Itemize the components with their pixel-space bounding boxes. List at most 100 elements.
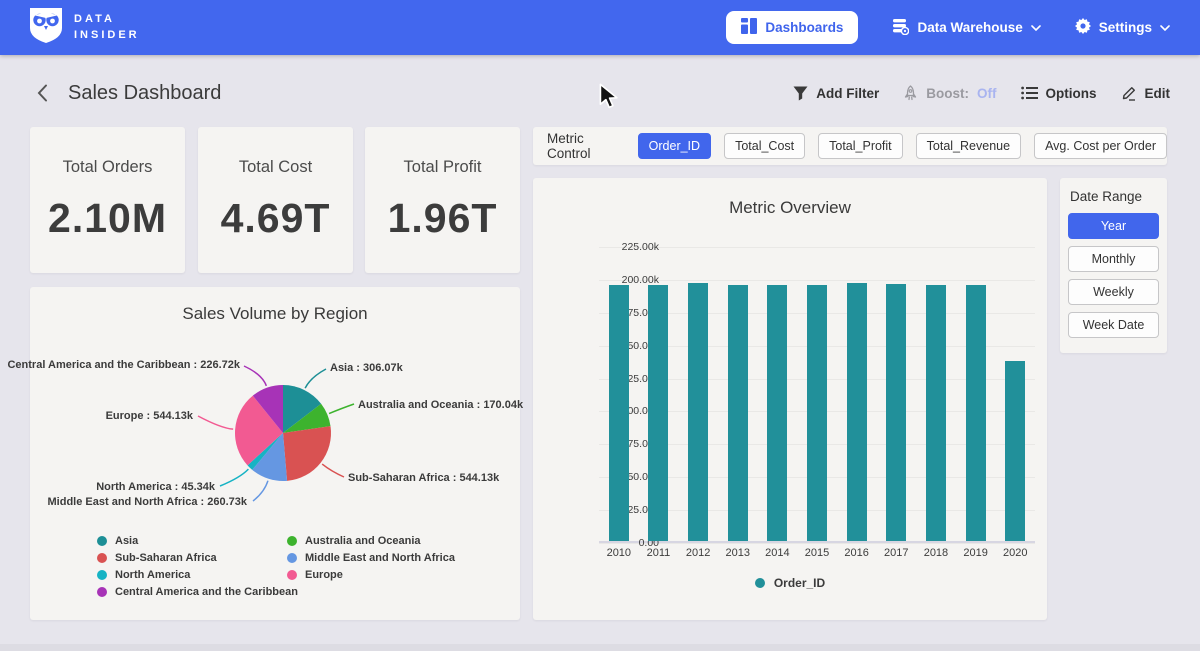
rocket-icon <box>903 85 918 101</box>
bar-columns: 2010201120122013201420152016201720182019… <box>599 247 1035 541</box>
bar-2018[interactable] <box>926 285 946 541</box>
x-axis-tick: 2011 <box>647 547 671 559</box>
legend-label: North America <box>115 569 190 581</box>
x-axis-tick: 2019 <box>963 547 987 559</box>
pie-slice-sub-saharan-africa[interactable] <box>283 426 331 481</box>
pie-leader-line <box>220 469 248 486</box>
pie-legend-item-asia[interactable]: Asia <box>97 535 298 547</box>
pie-label-asia: Asia : 306.07k <box>330 362 403 374</box>
brand-line1: DATA <box>74 12 140 28</box>
x-axis-tick: 2015 <box>805 547 829 559</box>
dashboards-label: Dashboards <box>765 20 843 35</box>
pie-legend-item-middle-east-and-north-africa[interactable]: Middle East and North Africa <box>287 552 455 564</box>
pie-leader-line <box>253 481 268 501</box>
pie-legend-column-2: Australia and Oceania Middle East and Nor… <box>287 535 455 581</box>
list-icon <box>1021 86 1038 100</box>
bar-column-2011: 2011 <box>639 247 679 541</box>
add-filter-button[interactable]: Add Filter <box>793 86 879 101</box>
pie-leader-line <box>198 416 233 429</box>
pie-leader-line <box>322 464 344 477</box>
bar-column-2018: 2018 <box>916 247 956 541</box>
x-axis-tick: 2014 <box>765 547 789 559</box>
metric-button-order-id[interactable]: Order_ID <box>638 133 711 159</box>
pie-legend-column-1: Asia Sub-Saharan Africa North America Centr… <box>97 535 298 598</box>
bar-2014[interactable] <box>767 285 787 541</box>
pie-chart-card: Sales Volume by Region Central America a… <box>30 287 520 620</box>
bar-column-2016: 2016 <box>837 247 877 541</box>
database-icon <box>892 18 909 38</box>
kpi-label: Total Cost <box>239 158 312 177</box>
legend-dot <box>287 570 297 580</box>
date-range-label: Date Range <box>1068 189 1159 204</box>
bar-column-2012: 2012 <box>678 247 718 541</box>
x-axis-tick: 2013 <box>725 547 749 559</box>
pie-legend-item-australia-and-oceania[interactable]: Australia and Oceania <box>287 535 455 547</box>
pie-label-sub-saharan: Sub-Saharan Africa : 544.13k <box>348 472 499 484</box>
pie-leader-line <box>329 404 354 414</box>
pie-legend-item-europe[interactable]: Europe <box>287 569 455 581</box>
chevron-down-icon <box>1031 25 1041 31</box>
bar-column-2014: 2014 <box>758 247 798 541</box>
date-button-year[interactable]: Year <box>1068 213 1159 239</box>
metric-button-avg-cost-per-order[interactable]: Avg. Cost per Order <box>1034 133 1167 159</box>
x-axis-tick: 2012 <box>686 547 710 559</box>
pie-label-europe: Europe : 544.13k <box>106 410 193 422</box>
pie-legend-item-central-america-and-the-caribbean[interactable]: Central America and the Caribbean <box>97 586 298 598</box>
data-warehouse-menu[interactable]: Data Warehouse <box>892 18 1040 38</box>
settings-menu[interactable]: Settings <box>1075 18 1170 37</box>
bar-2011[interactable] <box>648 285 668 541</box>
bar-column-2019: 2019 <box>956 247 996 541</box>
legend-dot <box>755 578 765 588</box>
mouse-cursor <box>598 83 622 109</box>
x-axis-tick: 2020 <box>1003 547 1027 559</box>
back-button[interactable] <box>30 81 54 105</box>
legend-dot <box>287 536 297 546</box>
pie-label-middle-east: Middle East and North Africa : 260.73k <box>48 496 247 508</box>
bar-2017[interactable] <box>886 284 906 541</box>
top-navbar: DATA INSIDER Dashboards <box>0 0 1200 55</box>
bar-2013[interactable] <box>728 285 748 541</box>
data-warehouse-label: Data Warehouse <box>917 20 1022 35</box>
bar-2020[interactable] <box>1005 361 1025 541</box>
bar-column-2020: 2020 <box>995 247 1035 541</box>
metric-button-total-profit[interactable]: Total_Profit <box>818 133 903 159</box>
bar-chart-plot[interactable]: 225.00k200.00k175.00k150.00k125.00k100.0… <box>599 247 1035 543</box>
kpi-value: 2.10M <box>48 195 167 242</box>
date-button-monthly[interactable]: Monthly <box>1068 246 1159 272</box>
pie-legend-item-sub-saharan-africa[interactable]: Sub-Saharan Africa <box>97 552 298 564</box>
boost-toggle[interactable]: Boost: Off <box>903 85 996 101</box>
kpi-card-total-profit: Total Profit 1.96T <box>365 127 520 273</box>
metric-button-total-cost[interactable]: Total_Cost <box>724 133 805 159</box>
metric-button-total-revenue[interactable]: Total_Revenue <box>916 133 1021 159</box>
owl-logo-icon <box>28 6 64 49</box>
pie-label-north-america: North America : 45.34k <box>96 481 215 493</box>
edit-button[interactable]: Edit <box>1121 85 1171 101</box>
pie-legend-item-north-america[interactable]: North America <box>97 569 298 581</box>
boost-state: Off <box>977 86 997 101</box>
kpi-label: Total Orders <box>63 158 153 177</box>
navbar-menu: Dashboards Data Warehouse <box>726 11 1170 44</box>
kpi-label: Total Profit <box>404 158 482 177</box>
bar-2012[interactable] <box>688 283 708 541</box>
legend-label: Central America and the Caribbean <box>115 586 298 598</box>
dashboards-button[interactable]: Dashboards <box>726 11 858 44</box>
bar-2010[interactable] <box>609 285 629 541</box>
bar-column-2017: 2017 <box>876 247 916 541</box>
kpi-value: 1.96T <box>388 195 498 242</box>
options-button[interactable]: Options <box>1021 86 1097 101</box>
bar-2019[interactable] <box>966 285 986 541</box>
date-range-panel: Date Range Year Monthly Weekly Week Date <box>1060 178 1167 353</box>
kpi-card-total-cost: Total Cost 4.69T <box>198 127 353 273</box>
bar-column-2013: 2013 <box>718 247 758 541</box>
gridline <box>599 543 1035 544</box>
kpi-value: 4.69T <box>221 195 331 242</box>
dashboards-grid-icon <box>741 18 757 37</box>
bar-2016[interactable] <box>847 283 867 541</box>
bar-column-2010: 2010 <box>599 247 639 541</box>
legend-dot <box>97 587 107 597</box>
legend-label: Europe <box>305 569 343 581</box>
date-button-week-date[interactable]: Week Date <box>1068 312 1159 338</box>
bar-2015[interactable] <box>807 285 827 541</box>
x-axis-tick: 2016 <box>844 547 868 559</box>
date-button-weekly[interactable]: Weekly <box>1068 279 1159 305</box>
